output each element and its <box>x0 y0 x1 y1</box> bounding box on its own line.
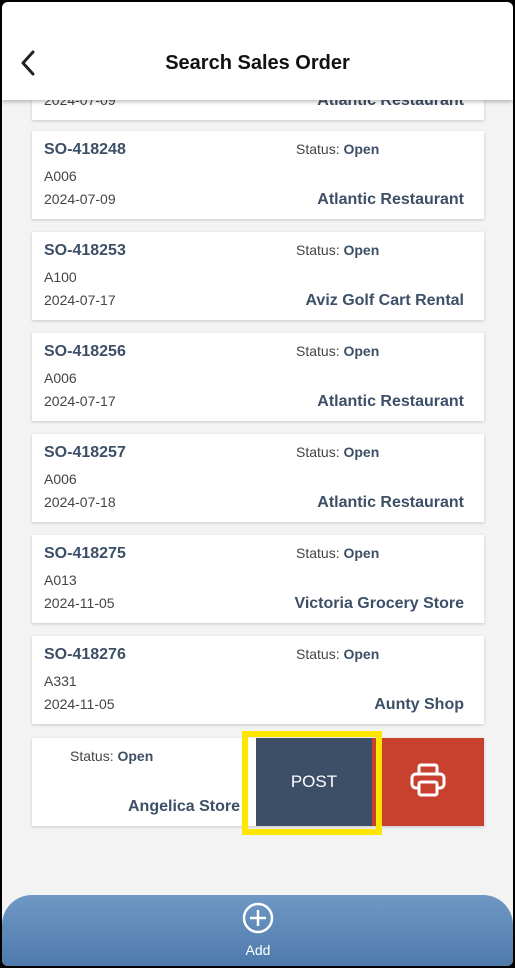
customer-name: Aviz Golf Cart Rental <box>305 292 464 309</box>
order-number: SO-418276 <box>44 646 126 663</box>
add-button[interactable]: Add <box>227 901 289 963</box>
add-label: Add <box>245 942 271 958</box>
account-code: A006 <box>44 168 77 184</box>
order-number: SO-418256 <box>44 343 126 360</box>
status-text: Status: Open <box>296 545 380 561</box>
order-date: 2024-07-18 <box>44 494 116 510</box>
account-code: A006 <box>44 370 77 386</box>
post-button[interactable]: POST <box>256 738 372 826</box>
customer-name: Aunty Shop <box>374 696 464 713</box>
list-item[interactable]: SO-418276 A331 2024-11-05 Status: Open A… <box>32 636 484 724</box>
order-number: SO-418248 <box>44 141 126 158</box>
printer-icon <box>410 763 446 802</box>
bottom-action-bar: Add <box>2 895 513 966</box>
print-button[interactable] <box>372 738 484 826</box>
customer-name: Atlantic Restaurant <box>317 494 464 511</box>
list-item[interactable]: SO-418253 A100 2024-07-17 Status: Open A… <box>32 232 484 320</box>
account-code: A331 <box>44 673 77 689</box>
status-value: Open <box>343 545 380 561</box>
list-item[interactable]: SO-418256 A006 2024-07-17 Status: Open A… <box>32 333 484 421</box>
list-item-swiped[interactable]: Status: Open Angelica Store POST <box>32 738 484 826</box>
order-number: SO-418253 <box>44 242 126 259</box>
order-date: 2024-07-09 <box>44 191 116 207</box>
status-value: Open <box>343 646 380 662</box>
customer-name: Angelica Store <box>128 798 241 815</box>
order-date: 2024-11-05 <box>44 595 115 611</box>
app-header: Search Sales Order <box>2 2 513 100</box>
customer-name: Victoria Grocery Store <box>294 595 464 612</box>
status-value: Open <box>343 444 380 460</box>
status-value: Open <box>343 343 380 359</box>
page-title: Search Sales Order <box>165 52 350 74</box>
plus-circle-icon <box>241 901 275 940</box>
phone-screen: 2024-07-09 Atlantic Restaurant SO-418248… <box>2 2 513 966</box>
customer-name: Atlantic Restaurant <box>317 191 464 208</box>
status-text: Status: Open <box>296 141 380 157</box>
account-code: A006 <box>44 471 77 487</box>
status-text: Status: Open <box>296 444 380 460</box>
order-date: 2024-07-17 <box>44 393 116 409</box>
order-date: 2024-11-05 <box>44 696 115 712</box>
customer-name: Atlantic Restaurant <box>317 393 464 410</box>
list-item[interactable]: SO-418275 A013 2024-11-05 Status: Open V… <box>32 535 484 623</box>
order-date: 2024-07-17 <box>44 292 116 308</box>
account-code: A013 <box>44 572 77 588</box>
status-text: Status: Open <box>296 343 380 359</box>
status-text: Status: Open <box>70 748 154 764</box>
status-value: Open <box>117 748 154 764</box>
list-item[interactable]: SO-418248 A006 2024-07-09 Status: Open A… <box>32 131 484 219</box>
list-item[interactable]: SO-418257 A006 2024-07-18 Status: Open A… <box>32 434 484 522</box>
account-code: A100 <box>44 269 77 285</box>
status-text: Status: Open <box>296 646 380 662</box>
status-value: Open <box>343 242 380 258</box>
order-number: SO-418257 <box>44 444 126 461</box>
status-value: Open <box>343 141 380 157</box>
status-text: Status: Open <box>296 242 380 258</box>
order-number: SO-418275 <box>44 545 126 562</box>
sales-order-list[interactable]: 2024-07-09 Atlantic Restaurant SO-418248… <box>2 2 513 966</box>
